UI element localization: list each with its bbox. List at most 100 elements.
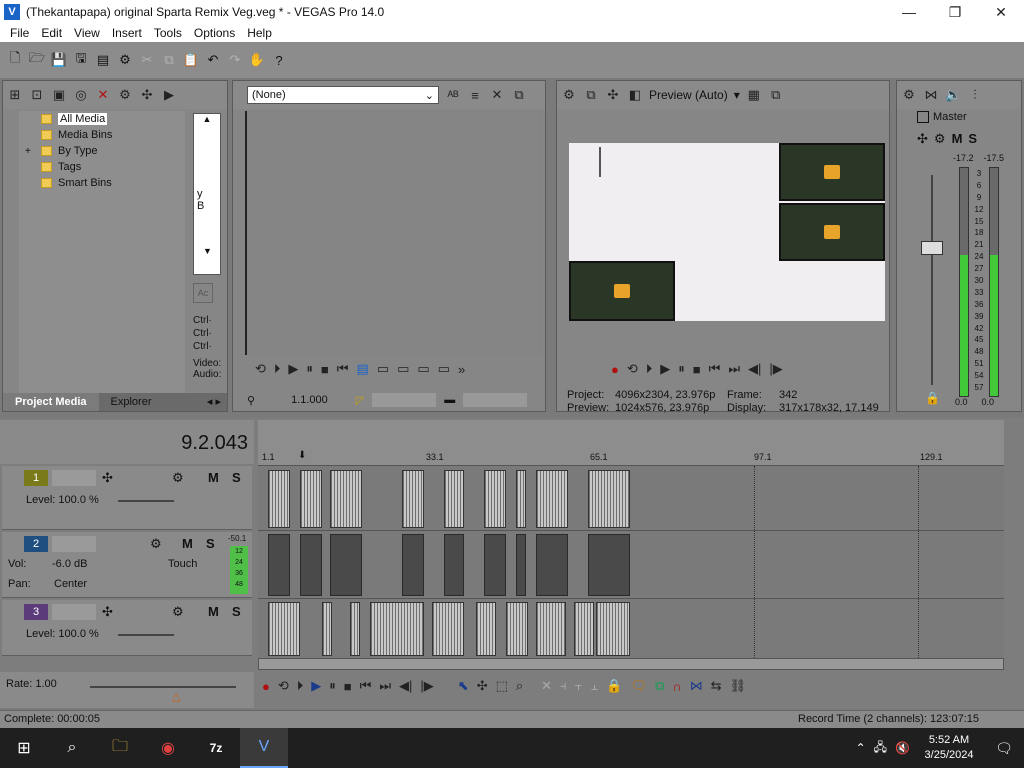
timeline-clip[interactable] <box>484 534 506 596</box>
go-end-icon[interactable]: ⏭ <box>379 678 391 694</box>
redo-icon[interactable]: ↷ <box>226 51 244 69</box>
go-end-icon[interactable]: ⏭ <box>728 361 740 377</box>
master-fader-handle[interactable] <box>921 241 943 255</box>
trim-icon-2[interactable]: ▭ <box>397 361 409 377</box>
track-mute-button[interactable]: M <box>182 536 193 551</box>
gear-icon[interactable]: ⚙ <box>934 131 946 147</box>
snapping-magnet-icon[interactable]: ∩ <box>672 679 681 694</box>
save-as-icon[interactable]: 🖫 <box>72 50 90 69</box>
stop-icon[interactable]: ■ <box>344 679 352 694</box>
track-header-2[interactable]: 2 ⚙ M S Vol: -6.0 dB Touch Pan: Center -… <box>2 532 252 598</box>
settings-gear-icon[interactable]: ⚙ <box>116 51 134 69</box>
timeline-clip[interactable] <box>300 470 322 528</box>
marker-icon[interactable]: 🗨 <box>631 678 648 694</box>
open-folder-icon[interactable]: 🗁 <box>28 50 46 69</box>
fx-icon[interactable]: ✣ <box>917 131 928 147</box>
expand-icon[interactable]: + <box>25 146 41 157</box>
next-frame-icon[interactable]: |▶ <box>769 361 782 377</box>
trim-icon[interactable]: ▭ <box>377 361 389 377</box>
timeline-clip[interactable] <box>536 534 568 596</box>
menu-options[interactable]: Options <box>188 26 241 40</box>
render-icon[interactable]: ▤ <box>94 51 112 69</box>
track-fx-icon[interactable]: ✣ <box>102 604 113 620</box>
track-mute-button[interactable]: M <box>208 470 219 485</box>
touch-mode[interactable]: Touch <box>168 558 197 570</box>
loop-icon[interactable]: ⟲ <box>627 361 638 377</box>
capture-icon[interactable]: ⊡ <box>29 87 45 103</box>
record-icon[interactable]: ● <box>262 679 270 694</box>
copy-icon[interactable]: ⧉ <box>160 51 178 69</box>
loop-icon[interactable]: ⟲ <box>278 678 289 694</box>
zoom-tool-icon[interactable]: ⌕ <box>516 678 523 694</box>
split-screen-icon[interactable]: ◧ <box>627 87 643 103</box>
paste-icon[interactable]: 📋 <box>182 51 200 69</box>
timeline-clip[interactable] <box>350 602 360 656</box>
tree-item-smart-bins[interactable]: Smart Bins <box>19 175 185 191</box>
go-start-icon[interactable]: ⏮ <box>337 361 349 377</box>
track-solo-button[interactable]: S <box>232 470 241 485</box>
hand-tool-icon[interactable]: ✋ <box>248 51 266 69</box>
timeline-clip[interactable] <box>444 534 464 596</box>
copy-snapshot-icon[interactable]: ⧉ <box>768 87 784 103</box>
volume-muted-icon[interactable]: 🔇 <box>891 741 914 755</box>
get-media-icon[interactable]: ▣ <box>51 87 67 103</box>
file-explorer-icon[interactable]: 🗀 <box>96 728 144 768</box>
next-frame-icon[interactable]: |▶ <box>420 678 433 694</box>
timeline-clip[interactable] <box>574 602 594 656</box>
auto-crossfade-icon[interactable]: ⋈ <box>690 678 703 694</box>
timeline-clip[interactable] <box>432 602 464 656</box>
help-icon[interactable]: ? <box>270 51 288 69</box>
fader-icon[interactable]: ⫶ <box>967 87 983 103</box>
import-media-icon[interactable]: ⊞ <box>7 87 23 103</box>
stop-icon[interactable]: ■ <box>321 362 329 377</box>
loop-icon[interactable]: ⟲ <box>255 361 266 377</box>
tree-item-tags[interactable]: Tags <box>19 159 185 175</box>
grid-overlay-icon[interactable]: ▦ <box>746 87 762 103</box>
play-from-start-icon[interactable]: ⏵ <box>297 678 304 694</box>
trim-end-icon[interactable]: ⫟ <box>575 678 583 694</box>
play-icon[interactable]: ▶ <box>660 361 670 377</box>
timeline-clip[interactable] <box>588 534 630 596</box>
menu-view[interactable]: View <box>68 26 106 40</box>
lock-icon[interactable]: 🔒 <box>606 678 622 694</box>
pause-icon[interactable]: ⏸ <box>306 361 313 377</box>
timeline-clip[interactable] <box>596 602 630 656</box>
cut-icon[interactable]: ✂ <box>138 51 156 69</box>
edit-list-icon[interactable]: ≡ <box>467 88 483 103</box>
lock-envelopes-icon[interactable]: ⛓ <box>730 678 747 694</box>
timeline-clip[interactable] <box>370 602 424 656</box>
solo-button[interactable]: S <box>968 131 977 147</box>
timeline-clip[interactable] <box>268 470 290 528</box>
record-icon[interactable]: ● <box>611 362 619 377</box>
7zip-icon[interactable]: 7z <box>192 728 240 768</box>
delete-icon[interactable]: ✕ <box>541 678 552 694</box>
timeline-clip[interactable] <box>516 470 526 528</box>
menu-file[interactable]: File <box>4 26 35 40</box>
menu-tools[interactable]: Tools <box>148 26 188 40</box>
envelope-tool-icon[interactable]: ✣ <box>477 678 488 694</box>
fx-icon[interactable]: ✣ <box>605 87 621 103</box>
vegas-taskbar-icon[interactable]: V <box>240 728 288 768</box>
play-from-start-icon[interactable]: ⏵ <box>646 361 653 377</box>
track-name-field[interactable] <box>52 536 96 552</box>
tree-item-media-bins[interactable]: Media Bins <box>19 127 185 143</box>
undo-icon[interactable]: ↶ <box>204 51 222 69</box>
tab-project-media[interactable]: Project Media <box>3 393 99 411</box>
more-icon[interactable]: » <box>458 362 465 377</box>
stop-icon[interactable]: ■ <box>693 362 701 377</box>
track-name-field[interactable] <box>52 470 96 486</box>
play-icon[interactable]: ▶ <box>311 678 321 694</box>
track-solo-button[interactable]: S <box>232 604 241 619</box>
normal-edit-tool-icon[interactable]: ⬉ <box>458 678 469 694</box>
preview-settings-gear-icon[interactable]: ⚙ <box>561 87 577 103</box>
track-solo-button[interactable]: S <box>206 536 215 551</box>
timeline-clip[interactable] <box>516 534 526 596</box>
timeline-clip[interactable] <box>300 534 322 596</box>
trim-icon-4[interactable]: ▭ <box>438 361 450 377</box>
timeline-clip[interactable] <box>536 470 568 528</box>
windows-start-icon[interactable]: ⊞ <box>0 728 48 768</box>
go-start-icon[interactable]: ⏮ <box>360 678 372 694</box>
add-to-timeline-icon[interactable]: ▤ <box>356 361 368 377</box>
side-scroll-up-icon[interactable]: ▲ <box>194 114 220 124</box>
region-icon[interactable]: ⧉ <box>655 678 664 694</box>
